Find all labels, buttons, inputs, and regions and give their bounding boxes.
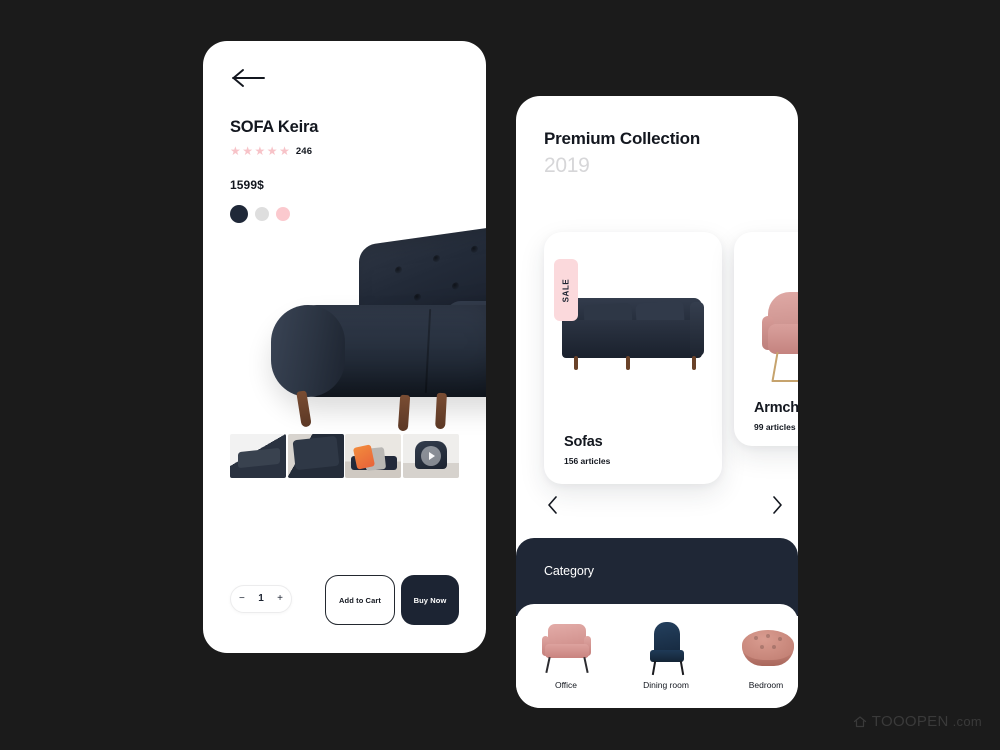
screenshot-stage: SOFA Keira ★ ★ ★ ★ ★ 246 1599$ − 1 + Add… — [0, 0, 1000, 750]
star-icon: ★ — [279, 144, 290, 158]
sofa-leg — [397, 394, 411, 432]
category-item-office[interactable]: Office — [516, 622, 616, 690]
buy-now-button[interactable]: Buy Now — [401, 575, 459, 625]
carousel-next-button[interactable] — [766, 494, 788, 516]
page-title: SOFA Keira — [230, 118, 319, 136]
watermark-suffix: .com — [952, 714, 982, 729]
decrement-button[interactable]: − — [239, 594, 245, 604]
add-to-cart-button[interactable]: Add to Cart — [325, 575, 395, 625]
category-item-label: Office — [554, 680, 578, 690]
collection-card-sofas[interactable]: SALE Sofas 156 articles — [544, 232, 722, 484]
collection-carousel: SALE Sofas 156 articles Armch 99 article… — [516, 232, 798, 484]
thumbnail-sofa-bed-flat[interactable] — [230, 434, 286, 478]
rating-stars: ★ ★ ★ ★ ★ — [230, 145, 290, 157]
category-title: Category — [544, 564, 594, 578]
thumbnail-armchair-video[interactable] — [402, 434, 459, 478]
increment-button[interactable]: + — [277, 594, 283, 604]
category-item-label: Bedroom — [748, 680, 784, 690]
category-sheet: Office Dining room Bedroom — [516, 604, 798, 708]
collection-card-armchairs[interactable]: Armchairs 99 articles — [734, 232, 798, 446]
back-button[interactable] — [231, 67, 267, 89]
thumbnail-strip — [230, 434, 459, 478]
arrow-left-icon — [232, 69, 265, 87]
phone-collection: Premium Collection 2019 SALE Sofas 156 a… — [516, 96, 798, 708]
category-item-label: Dining room — [643, 680, 689, 690]
carousel-prev-button[interactable] — [542, 494, 564, 516]
thumbnail-sofa-styled[interactable] — [345, 434, 401, 478]
collection-year: 2019 — [544, 154, 590, 177]
chevron-left-icon — [548, 496, 557, 514]
rating-count: 246 — [295, 145, 313, 157]
sofa-leg — [435, 392, 447, 430]
category-image-pink-armchair — [536, 622, 596, 674]
watermark-brand: TOOOPEN — [871, 713, 949, 730]
card-title: Sofas — [564, 434, 603, 450]
category-image-pink-ottoman — [736, 622, 796, 674]
star-icon: ★ — [242, 144, 254, 158]
house-icon — [853, 715, 866, 727]
category-list: Office Dining room Bedroom — [516, 604, 798, 708]
chevron-right-icon — [773, 496, 782, 514]
collection-title: Premium Collection — [544, 129, 701, 148]
star-icon: ★ — [254, 144, 266, 158]
play-icon[interactable] — [420, 446, 441, 466]
star-icon: ★ — [266, 144, 278, 158]
rating-row: ★ ★ ★ ★ ★ 246 — [230, 145, 312, 157]
product-price: 1599$ — [230, 178, 264, 192]
card-title: Armchairs — [754, 400, 798, 416]
phone-product-detail: SOFA Keira ★ ★ ★ ★ ★ 246 1599$ − 1 + Add… — [203, 41, 486, 653]
thumbnail-sofa-closeup[interactable] — [287, 434, 344, 478]
category-item-dining-room[interactable]: Dining room — [616, 622, 716, 690]
sofa-roll-arm — [271, 305, 345, 397]
card-image-pink-armchair — [734, 262, 798, 412]
sale-badge: SALE — [554, 259, 578, 321]
category-item-bedroom[interactable]: Bedroom — [716, 622, 798, 690]
card-article-count: 99 articles — [754, 422, 796, 432]
card-article-count: 156 articles — [564, 456, 611, 466]
star-icon: ★ — [230, 144, 241, 158]
product-hero-image — [203, 209, 486, 459]
category-image-navy-wing-chair — [636, 622, 696, 676]
quantity-value: 1 — [258, 593, 264, 604]
sale-badge-label: SALE — [561, 278, 571, 302]
quantity-stepper[interactable]: − 1 + — [230, 585, 292, 613]
watermark: TOOOPEN .com — [852, 713, 982, 730]
